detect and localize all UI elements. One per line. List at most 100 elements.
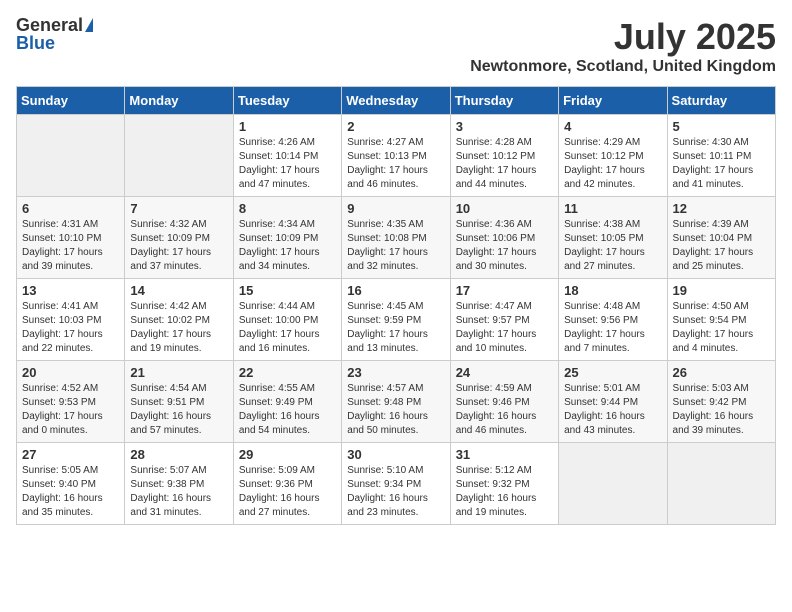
calendar-cell: 10Sunrise: 4:36 AM Sunset: 10:06 PM Dayl… [450,197,558,279]
calendar-cell: 16Sunrise: 4:45 AM Sunset: 9:59 PM Dayli… [342,279,450,361]
day-info: Sunrise: 4:47 AM Sunset: 9:57 PM Dayligh… [456,300,553,356]
day-number: 25 [564,365,661,380]
day-number: 12 [673,201,770,216]
day-info: Sunrise: 4:59 AM Sunset: 9:46 PM Dayligh… [456,382,553,438]
day-number: 6 [22,201,119,216]
calendar-cell: 8 Sunrise: 4:34 AM Sunset: 10:09 PM Dayli… [233,197,341,279]
calendar-cell: 13Sunrise: 4:41 AM Sunset: 10:03 PM Dayl… [17,279,125,361]
logo-triangle-icon [85,18,93,32]
calendar-cell: 20 Sunrise: 4:52 AM Sunset: 9:53 PM Dayli… [17,361,125,443]
day-of-week-header: Saturday [667,87,775,115]
calendar-cell: 6 Sunrise: 4:31 AM Sunset: 10:10 PM Dayli… [17,197,125,279]
calendar-cell [125,115,233,197]
calendar-cell: 19 Sunrise: 4:50 AM Sunset: 9:54 PM Dayli… [667,279,775,361]
day-number: 4 [564,119,661,134]
day-number: 14 [130,283,227,298]
day-number: 5 [673,119,770,134]
calendar-cell: 31 Sunrise: 5:12 AM Sunset: 9:32 PM Dayli… [450,443,558,525]
day-number: 20 [22,365,119,380]
calendar-cell: 1Sunrise: 4:26 AM Sunset: 10:14 PM Dayli… [233,115,341,197]
day-number: 13 [22,283,119,298]
calendar-cell: 23 Sunrise: 4:57 AM Sunset: 9:48 PM Dayli… [342,361,450,443]
calendar-cell [17,115,125,197]
calendar-header-row: SundayMondayTuesdayWednesdayThursdayFrid… [17,87,776,115]
title-area: July 2025 Newtonmore, Scotland, United K… [470,16,776,76]
day-of-week-header: Sunday [17,87,125,115]
day-number: 19 [673,283,770,298]
day-info: Sunrise: 4:57 AM Sunset: 9:48 PM Dayligh… [347,382,444,438]
day-info: Sunrise: 5:05 AM Sunset: 9:40 PM Dayligh… [22,464,119,520]
day-info: Sunrise: 5:07 AM Sunset: 9:38 PM Dayligh… [130,464,227,520]
logo: General Blue [16,16,93,52]
day-info: Sunrise: 5:09 AM Sunset: 9:36 PM Dayligh… [239,464,336,520]
calendar-week-row: 20 Sunrise: 4:52 AM Sunset: 9:53 PM Dayli… [17,361,776,443]
day-number: 22 [239,365,336,380]
calendar-cell: 25 Sunrise: 5:01 AM Sunset: 9:44 PM Dayli… [559,361,667,443]
day-number: 15 [239,283,336,298]
calendar-cell: 28 Sunrise: 5:07 AM Sunset: 9:38 PM Dayli… [125,443,233,525]
calendar-cell: 14 Sunrise: 4:42 AM Sunset: 10:02 PM Dayl… [125,279,233,361]
day-info: Sunrise: 4:34 AM Sunset: 10:09 PM Daylig… [239,218,336,274]
day-of-week-header: Wednesday [342,87,450,115]
calendar-cell: 26 Sunrise: 5:03 AM Sunset: 9:42 PM Dayli… [667,361,775,443]
calendar-cell: 2Sunrise: 4:27 AM Sunset: 10:13 PM Dayli… [342,115,450,197]
calendar-cell: 30Sunrise: 5:10 AM Sunset: 9:34 PM Dayli… [342,443,450,525]
day-number: 31 [456,447,553,462]
calendar-cell [667,443,775,525]
calendar-cell: 3Sunrise: 4:28 AM Sunset: 10:12 PM Dayli… [450,115,558,197]
day-number: 18 [564,283,661,298]
day-info: Sunrise: 4:50 AM Sunset: 9:54 PM Dayligh… [673,300,770,356]
calendar-cell: 18 Sunrise: 4:48 AM Sunset: 9:56 PM Dayli… [559,279,667,361]
page-header: General Blue July 2025 Newtonmore, Scotl… [16,16,776,76]
day-number: 9 [347,201,444,216]
day-number: 23 [347,365,444,380]
day-info: Sunrise: 4:27 AM Sunset: 10:13 PM Daylig… [347,136,444,192]
day-number: 7 [130,201,227,216]
day-info: Sunrise: 4:48 AM Sunset: 9:56 PM Dayligh… [564,300,661,356]
day-number: 17 [456,283,553,298]
day-info: Sunrise: 4:52 AM Sunset: 9:53 PM Dayligh… [22,382,119,438]
calendar-cell: 5 Sunrise: 4:30 AM Sunset: 10:11 PM Dayli… [667,115,775,197]
day-info: Sunrise: 5:10 AM Sunset: 9:34 PM Dayligh… [347,464,444,520]
day-of-week-header: Friday [559,87,667,115]
location-title: Newtonmore, Scotland, United Kingdom [470,58,776,76]
day-number: 29 [239,447,336,462]
day-number: 26 [673,365,770,380]
day-info: Sunrise: 4:39 AM Sunset: 10:04 PM Daylig… [673,218,770,274]
day-number: 3 [456,119,553,134]
calendar-week-row: 1Sunrise: 4:26 AM Sunset: 10:14 PM Dayli… [17,115,776,197]
day-info: Sunrise: 4:30 AM Sunset: 10:11 PM Daylig… [673,136,770,192]
day-info: Sunrise: 4:36 AM Sunset: 10:06 PM Daylig… [456,218,553,274]
calendar-week-row: 13Sunrise: 4:41 AM Sunset: 10:03 PM Dayl… [17,279,776,361]
day-number: 27 [22,447,119,462]
calendar-cell [559,443,667,525]
logo-blue-text: Blue [16,34,93,52]
calendar-cell: 17 Sunrise: 4:47 AM Sunset: 9:57 PM Dayli… [450,279,558,361]
day-info: Sunrise: 5:12 AM Sunset: 9:32 PM Dayligh… [456,464,553,520]
day-info: Sunrise: 5:01 AM Sunset: 9:44 PM Dayligh… [564,382,661,438]
day-info: Sunrise: 4:44 AM Sunset: 10:00 PM Daylig… [239,300,336,356]
calendar-cell: 24 Sunrise: 4:59 AM Sunset: 9:46 PM Dayli… [450,361,558,443]
day-info: Sunrise: 5:03 AM Sunset: 9:42 PM Dayligh… [673,382,770,438]
day-number: 16 [347,283,444,298]
calendar-cell: 21Sunrise: 4:54 AM Sunset: 9:51 PM Dayli… [125,361,233,443]
day-of-week-header: Monday [125,87,233,115]
day-number: 8 [239,201,336,216]
day-number: 28 [130,447,227,462]
day-info: Sunrise: 4:35 AM Sunset: 10:08 PM Daylig… [347,218,444,274]
day-of-week-header: Thursday [450,87,558,115]
calendar-cell: 12 Sunrise: 4:39 AM Sunset: 10:04 PM Dayl… [667,197,775,279]
calendar-cell: 27 Sunrise: 5:05 AM Sunset: 9:40 PM Dayli… [17,443,125,525]
calendar-week-row: 6 Sunrise: 4:31 AM Sunset: 10:10 PM Dayli… [17,197,776,279]
day-info: Sunrise: 4:55 AM Sunset: 9:49 PM Dayligh… [239,382,336,438]
day-info: Sunrise: 4:38 AM Sunset: 10:05 PM Daylig… [564,218,661,274]
day-info: Sunrise: 4:26 AM Sunset: 10:14 PM Daylig… [239,136,336,192]
day-info: Sunrise: 4:31 AM Sunset: 10:10 PM Daylig… [22,218,119,274]
calendar-week-row: 27 Sunrise: 5:05 AM Sunset: 9:40 PM Dayli… [17,443,776,525]
day-number: 11 [564,201,661,216]
month-title: July 2025 [470,16,776,58]
day-number: 24 [456,365,553,380]
day-info: Sunrise: 4:42 AM Sunset: 10:02 PM Daylig… [130,300,227,356]
calendar-cell: 22 Sunrise: 4:55 AM Sunset: 9:49 PM Dayli… [233,361,341,443]
calendar-table: SundayMondayTuesdayWednesdayThursdayFrid… [16,86,776,525]
